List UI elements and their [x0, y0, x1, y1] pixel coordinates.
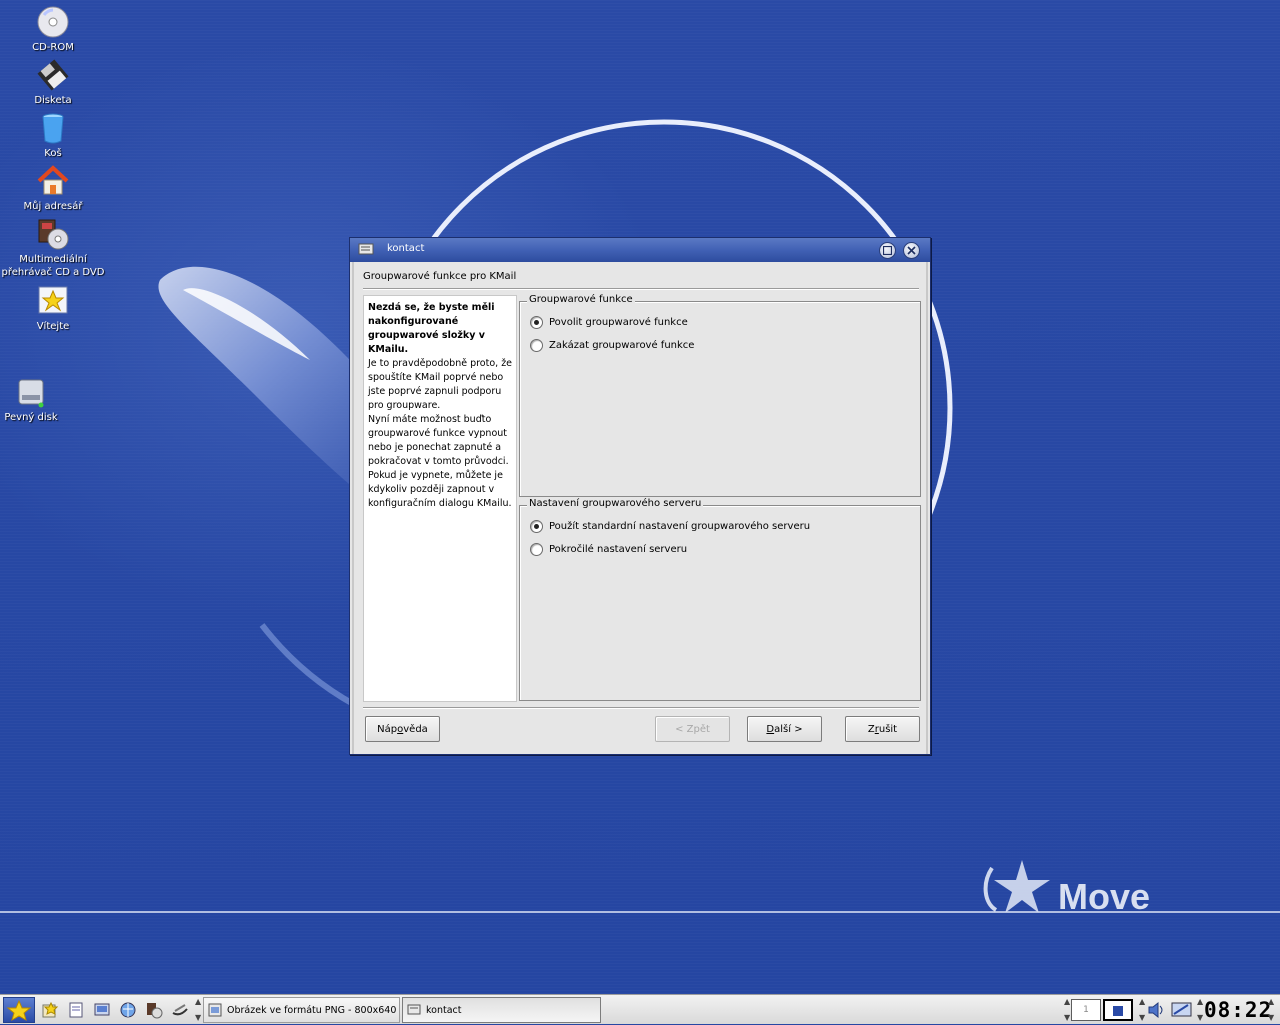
cancel-button[interactable]: Zr ušit: [845, 716, 920, 742]
quicklaunch-wizard-icon[interactable]: [41, 1001, 59, 1019]
display-settings-icon[interactable]: [1171, 1001, 1193, 1019]
desktop-icon-label: Můj adresář: [23, 201, 83, 212]
radio-button[interactable]: [530, 315, 543, 329]
radio-advanced-server-settings[interactable]: Pokročilé nastavení serveru: [530, 541, 687, 557]
desktop-icon-trash[interactable]: Koš: [0, 111, 108, 160]
desktop-icon-hard-disk[interactable]: Pevný disk: [0, 375, 86, 424]
task-label: Obrázek ve formátu PNG - 800x640 pi: [227, 1004, 400, 1016]
home-folder-icon: [37, 165, 69, 195]
desktop-icon-multimedia[interactable]: Multimediální přehrávač CD a DVD: [0, 217, 108, 279]
quicklaunch-email-icon[interactable]: [171, 1001, 189, 1019]
desktop-icon-label: Disketa: [34, 95, 72, 106]
radio-label: Použít standardní nastavení groupwarovéh…: [549, 520, 811, 532]
desktop-pager-2[interactable]: [1103, 999, 1133, 1021]
desktop-icon-label: Vítejte: [36, 321, 70, 332]
panel-end-arrows[interactable]: ▲ ▼: [1268, 998, 1274, 1022]
image-viewer-icon: [208, 1003, 222, 1017]
groupware-server-settings-group: Nastavení groupwarového serveru Použít s…: [519, 498, 921, 701]
radio-enable-groupware[interactable]: Povolit groupwarové funkce: [530, 314, 688, 330]
taskbar-task-kontact[interactable]: kontact: [402, 997, 601, 1023]
radio-button[interactable]: [530, 519, 543, 533]
desktop-icon-label: Multimediální přehrávač CD a DVD: [1, 254, 105, 278]
kontact-app-icon: [358, 243, 374, 255]
desktop-icon-welcome[interactable]: Vítejte: [0, 284, 108, 333]
radio-button[interactable]: [530, 338, 543, 352]
help-text-panel: Nezdá se, že byste měli nakonfigurované …: [363, 295, 517, 702]
volume-icon[interactable]: [1147, 1001, 1167, 1019]
taskbar: ▲ ▼ Obrázek ve formátu PNG - 800x640 pi k…: [0, 994, 1280, 1024]
group-title: Groupwarové funkce: [527, 294, 635, 305]
help-button[interactable]: Náp o věda: [365, 716, 440, 742]
kontact-app-icon: [407, 1004, 421, 1015]
desktop-icon-floppy[interactable]: Disketa: [0, 58, 108, 107]
button-mnemonic: D: [766, 723, 775, 735]
window-titlebar[interactable]: kontact: [350, 238, 930, 262]
pager-window-thumbnail: [1113, 1005, 1123, 1016]
quicklaunch-documents-icon[interactable]: [67, 1001, 85, 1019]
radio-button[interactable]: [530, 542, 543, 556]
window-title: kontact: [387, 243, 425, 254]
page-title: Groupwarové funkce pro KMail: [363, 271, 517, 282]
help-paragraph: Nyní máte možnost buďto groupwarové funk…: [368, 414, 509, 467]
pager-label: 1: [1083, 1005, 1089, 1015]
desktop-icon-home[interactable]: Můj adresář: [0, 164, 108, 213]
star-menu-icon: [6, 999, 32, 1022]
close-icon: [907, 246, 916, 255]
desktop-icon-label: Koš: [44, 148, 62, 159]
button-label-part: Z: [867, 723, 875, 735]
task-label: kontact: [426, 1004, 462, 1016]
desktop-pager-1[interactable]: 1: [1071, 999, 1101, 1021]
desktop-icon-label: CD-ROM: [32, 42, 74, 53]
radio-label: Pokročilé nastavení serveru: [549, 543, 688, 555]
back-button[interactable]: < Zpět: [655, 716, 730, 742]
taskbar-task-png-viewer[interactable]: Obrázek ve formátu PNG - 800x640 pi: [203, 997, 400, 1023]
kontact-wizard-window: kontact Groupwarové funkce pro KMail Nez…: [349, 237, 931, 755]
next-button[interactable]: Další >: [747, 716, 822, 742]
radio-label: Povolit groupwarové funkce: [549, 316, 688, 328]
quicklaunch-multimedia-icon[interactable]: [145, 1001, 163, 1019]
button-label-part: věda: [403, 723, 428, 735]
wizard-body: Groupwarové funkce pro KMail Nezdá se, ž…: [352, 262, 928, 754]
desktop-icon-cdrom[interactable]: CD-ROM: [0, 5, 108, 54]
help-paragraph: Je to pravděpodobně proto, že spouštíte …: [368, 358, 513, 411]
radio-disable-groupware[interactable]: Zakázat groupwarové funkce: [530, 337, 694, 353]
start-menu-button[interactable]: [3, 997, 35, 1023]
quicklaunch-control-center-icon[interactable]: [93, 1001, 111, 1019]
wallpaper-logo-text: Move: [1058, 876, 1151, 917]
radio-standard-server-settings[interactable]: Použít standardní nastavení groupwarovéh…: [530, 518, 810, 534]
group-title: Nastavení groupwarového serveru: [527, 498, 704, 509]
desktop-icon-label: Pevný disk: [4, 412, 58, 423]
trash-icon: [42, 113, 64, 144]
maximize-icon: [883, 246, 892, 255]
button-label-part: Náp: [377, 723, 398, 735]
help-paragraph: Pokud je vypnete, můžete je kdykoliv poz…: [368, 470, 512, 509]
maximize-button[interactable]: [879, 242, 896, 259]
close-button[interactable]: [903, 242, 920, 259]
floppy-icon: [37, 59, 69, 91]
multimedia-player-icon: [38, 219, 69, 250]
radio-label: Zakázat groupwarové funkce: [549, 339, 695, 351]
tray-scroll-arrows[interactable]: ▲ ▼: [1139, 998, 1145, 1022]
clock[interactable]: 08:22: [1204, 998, 1272, 1022]
groupware-functions-group: Groupwarové funkce Povolit groupwarové f…: [519, 294, 921, 497]
button-label-part: alší >: [774, 723, 803, 735]
quicklaunch-scroll-arrows[interactable]: ▲ ▼: [195, 998, 201, 1022]
divider: [363, 707, 919, 709]
help-intro: Nezdá se, že byste měli nakonfigurované …: [368, 302, 495, 355]
clock-scroll-arrows[interactable]: ▲ ▼: [1197, 998, 1203, 1022]
divider: [363, 288, 919, 290]
pager-scroll-arrows[interactable]: ▲ ▼: [1064, 998, 1070, 1022]
button-label-part: ušit: [878, 723, 898, 735]
cdrom-icon: [37, 6, 69, 38]
welcome-star-icon: [38, 286, 68, 314]
quicklaunch-network-icon[interactable]: [119, 1001, 137, 1019]
hard-disk-icon: [18, 379, 44, 408]
